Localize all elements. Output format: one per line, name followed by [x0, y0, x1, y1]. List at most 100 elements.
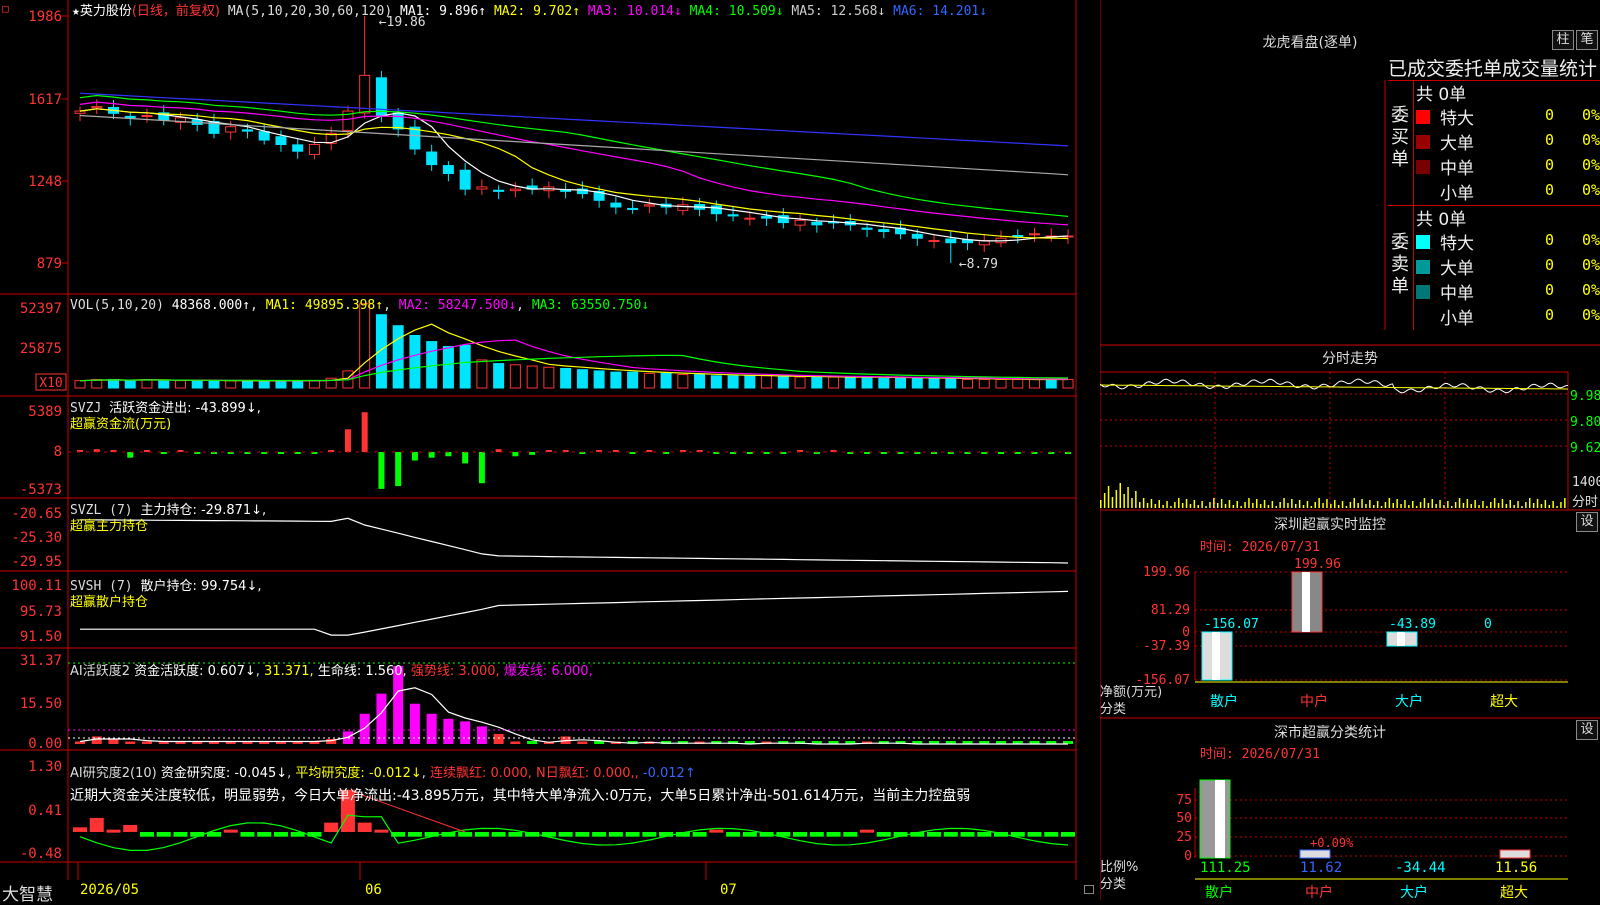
ai-activity-bar [141, 741, 152, 744]
intraday-vol-bar [1415, 506, 1418, 508]
volume-bar [526, 365, 538, 389]
intraday-vol-bar [1107, 486, 1110, 508]
intraday-vol-bar [1458, 498, 1461, 508]
volume-bar [794, 376, 806, 389]
intraday-vol-bar [1154, 504, 1157, 508]
volume-bar [208, 380, 220, 389]
intraday-vol-bar [1256, 499, 1258, 508]
intraday-vol-bar [1462, 503, 1465, 508]
volume-bar [141, 378, 153, 389]
main-y-label: 1248 [28, 174, 62, 190]
intraday-vol-bar [1291, 499, 1293, 508]
svzj-bar [629, 452, 636, 454]
candle-body [928, 239, 940, 242]
ai-research-bar [240, 832, 255, 837]
candle-body [359, 74, 371, 114]
svzj-bar [411, 452, 418, 461]
ai-activity-bar [125, 741, 136, 744]
favorite-star-icon[interactable]: ★ [72, 4, 80, 19]
intraday-vol-bar [1135, 491, 1137, 508]
intraday-vol-bar [1466, 499, 1469, 508]
intraday-vol-bar [1146, 503, 1149, 508]
ai-activity-bar [493, 733, 504, 744]
intraday-vol-bar [1283, 498, 1285, 508]
intraday-vol-bar [1279, 502, 1281, 508]
candle-body [861, 227, 873, 230]
intraday-vol-bar [1337, 505, 1340, 508]
ai2-title: AI研究度2(10) [70, 766, 157, 781]
class-category: 大户 [1400, 884, 1428, 900]
ai1-value2: 31.371, [264, 664, 314, 679]
main-chart-header: ★英力股份(日线，前复权) MA(5,10,20,30,60,120) MA1:… [72, 0, 987, 19]
ai2-comment: 近期大资金关注度较低，明显弱势，今日大单净流出:-43.895万元，其中特大单净… [70, 788, 971, 804]
svzj-y-label: 5389 [28, 404, 62, 420]
vol-ma3: MA3: 63550.750↓ [531, 298, 650, 313]
intraday-vol-bar [1158, 500, 1160, 508]
volume-bar [191, 380, 203, 389]
intraday-vol-bar [1295, 504, 1297, 508]
candle-body [225, 126, 237, 133]
intraday-vol-bar [1536, 499, 1539, 508]
period-label[interactable]: (日线，前复权) [132, 4, 220, 19]
corner-icon: □ [2, 2, 9, 15]
volume-bar [275, 380, 287, 389]
svsh-value: 散户持仓: 99.754↓, [140, 579, 262, 594]
lock-icon[interactable] [1084, 885, 1094, 894]
volume-bar [694, 374, 706, 389]
right-panels-graphics: 199.9681.290-37.39-156.07-156.07散户199.96… [1100, 0, 1600, 900]
intraday-vol-bar [1373, 505, 1375, 508]
vol-y-label: 52397 [20, 301, 62, 317]
intraday-vol-bar [1376, 501, 1379, 508]
low-price-label: ←8.79 [959, 257, 998, 272]
volume-bar [543, 366, 555, 389]
ai-research-bar [927, 832, 942, 837]
svsh-y-label: 100.11 [11, 578, 62, 594]
intraday-vol-bar [1353, 498, 1355, 508]
intraday-vol-bar [1197, 505, 1199, 508]
intraday-vol-bar [1408, 505, 1410, 508]
volume-bar [861, 376, 873, 389]
intraday-vol-bar [1267, 505, 1270, 508]
monitor-bar-value: 0 [1484, 617, 1492, 632]
candle-body [459, 169, 471, 190]
candle-body [1029, 233, 1041, 236]
brand-logo: 大智慧 [2, 885, 53, 905]
ai-research-bar [508, 832, 523, 837]
svzl-y-label: -20.65 [11, 506, 62, 522]
intraday-vol-bar [1447, 501, 1449, 508]
volume-bar [107, 378, 119, 389]
intraday-vol-bar [1435, 504, 1437, 508]
intraday-vol-bar [1166, 501, 1168, 508]
intraday-vol-bar [1162, 505, 1164, 508]
ai-activity-bar [108, 738, 119, 744]
volume-bar [442, 345, 454, 389]
volume-bar [74, 380, 86, 389]
intraday-vol-bar [1369, 500, 1371, 508]
ai-research-bar [173, 832, 188, 837]
monitor-y-label: 0 [1182, 625, 1190, 640]
intraday-vol-bar [1181, 503, 1184, 508]
candle-body [610, 202, 622, 208]
ai-activity-bar [426, 713, 437, 744]
volume-header: VOL(5,10,20) 48368.000↑, MA1: 49895.398↑… [70, 298, 650, 313]
svzj-title: SVZJ [70, 401, 102, 416]
ai2-continuous-red: 连续飘红: 0.000, [430, 766, 532, 781]
ai1-strongline: 强势线: 3.000, [410, 664, 500, 679]
candles [74, 16, 1074, 263]
candle-body [258, 131, 270, 141]
ai-activity-bar [376, 693, 387, 744]
ai-research-bar [123, 824, 138, 832]
candle-body [794, 219, 806, 226]
intraday-vol-bar [1259, 504, 1262, 508]
ai-activity-bar [460, 721, 471, 744]
candle-body [811, 221, 823, 226]
main-y-label: 1986 [28, 9, 62, 25]
svzj-y-label: -5373 [20, 482, 62, 498]
ai-activity-bar [476, 726, 487, 744]
svsh-y-label: 95.73 [20, 604, 62, 620]
intraday-vol-bar [1185, 499, 1188, 508]
svzj-bar [478, 452, 485, 484]
ai-research-bar [709, 829, 724, 833]
intraday-vol-bar [1443, 505, 1445, 508]
volume-bar [560, 367, 572, 389]
